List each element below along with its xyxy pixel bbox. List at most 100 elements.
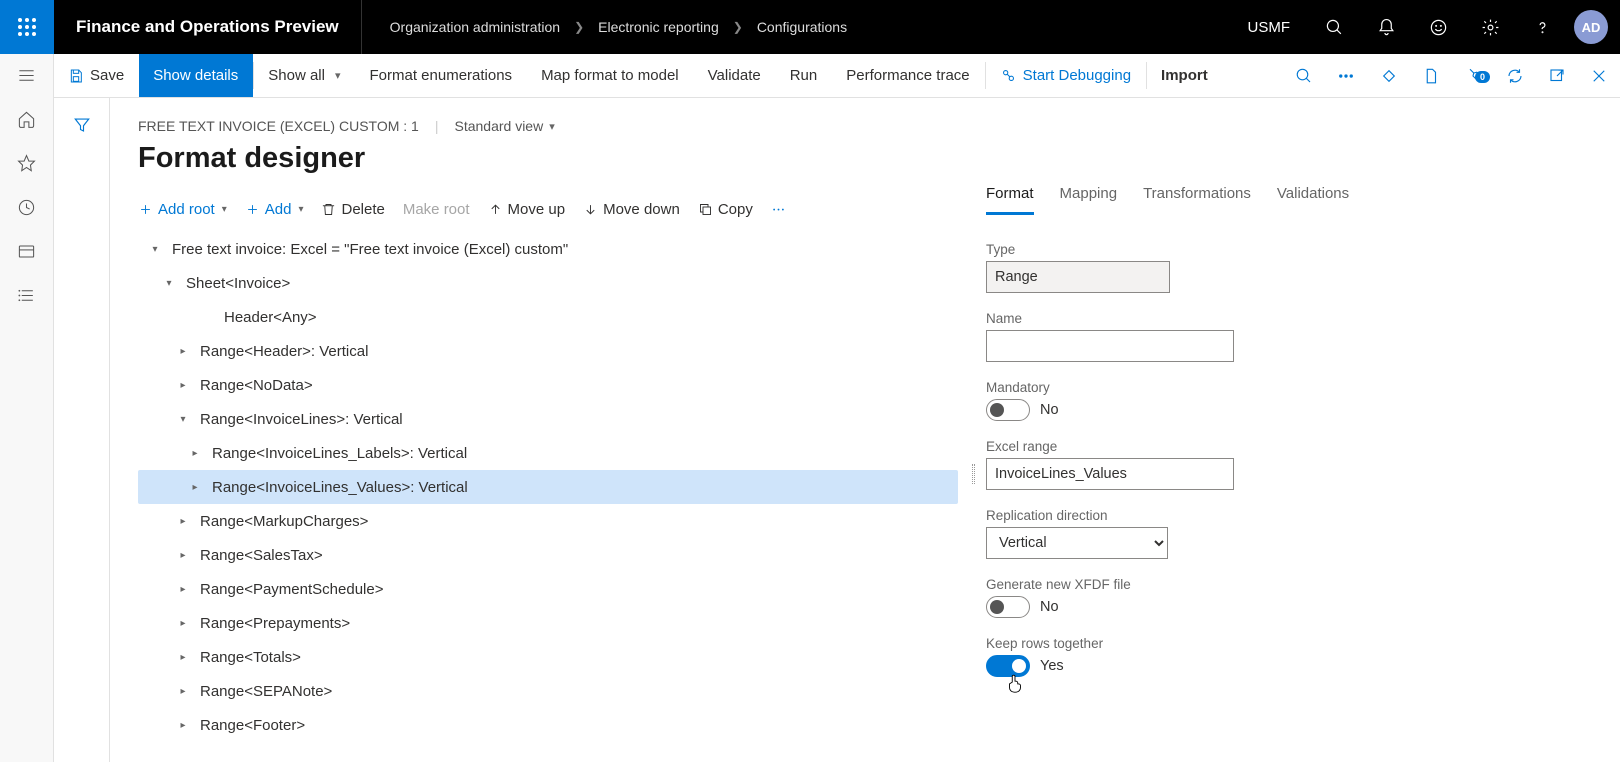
breadcrumb-item[interactable]: Configurations xyxy=(757,19,847,35)
start-debugging-button[interactable]: Start Debugging xyxy=(986,54,1146,97)
feedback-button[interactable] xyxy=(1412,0,1464,54)
tree-row[interactable]: ▸Range<SalesTax> xyxy=(138,538,958,572)
delete-button[interactable]: Delete xyxy=(321,201,384,218)
replication-select[interactable]: Vertical xyxy=(986,527,1168,559)
refresh-button[interactable] xyxy=(1494,67,1536,85)
format-enumerations-button[interactable]: Format enumerations xyxy=(356,54,528,97)
add-root-button[interactable]: Add root▾ xyxy=(138,201,227,218)
chevron-down-icon[interactable]: ▾ xyxy=(160,278,178,289)
copy-button[interactable]: Copy xyxy=(698,201,753,218)
import-button[interactable]: Import xyxy=(1147,54,1223,97)
popout-button[interactable] xyxy=(1536,67,1578,85)
tree-row[interactable]: ▸Range<Header>: Vertical xyxy=(138,334,958,368)
tab-transformations[interactable]: Transformations xyxy=(1143,185,1251,215)
tree-row[interactable]: ▾Free text invoice: Excel = "Free text i… xyxy=(138,232,958,266)
hamburger-button[interactable] xyxy=(16,64,38,86)
chevron-right-icon[interactable]: ▸ xyxy=(174,380,192,391)
chevron-right-icon[interactable]: ▸ xyxy=(174,618,192,629)
chevron-right-icon[interactable]: ▸ xyxy=(174,346,192,357)
tab-mapping[interactable]: Mapping xyxy=(1060,185,1118,215)
tree-row[interactable]: ▸Range<Totals> xyxy=(138,640,958,674)
format-tree-pane[interactable]: ▾Free text invoice: Excel = "Free text i… xyxy=(110,232,966,762)
mandatory-toggle[interactable] xyxy=(986,399,1030,421)
more-icon xyxy=(771,202,786,217)
save-button[interactable]: Save xyxy=(54,54,139,97)
tree-label: Sheet<Invoice> xyxy=(186,275,290,292)
tree-row[interactable]: Header<Any> xyxy=(138,300,958,334)
chevron-right-icon[interactable]: ▸ xyxy=(174,550,192,561)
move-up-label: Move up xyxy=(508,201,566,218)
search-button[interactable] xyxy=(1308,0,1360,54)
chevron-down-icon[interactable]: ▾ xyxy=(174,414,192,425)
chevron-right-icon[interactable]: ▸ xyxy=(174,516,192,527)
menu-icon xyxy=(17,66,36,85)
filter-button[interactable] xyxy=(73,116,91,762)
modules-button[interactable] xyxy=(16,284,38,306)
home-button[interactable] xyxy=(16,108,38,130)
field-type: Type xyxy=(986,242,1592,293)
help-button[interactable] xyxy=(1516,0,1568,54)
xfdf-value: No xyxy=(1040,599,1059,615)
tree-row[interactable]: ▸Range<PaymentSchedule> xyxy=(138,572,958,606)
add-button[interactable]: Add▾ xyxy=(245,201,304,218)
tree-row[interactable]: ▸Range<MarkupCharges> xyxy=(138,504,958,538)
app-launcher-button[interactable] xyxy=(0,0,54,54)
tab-validations[interactable]: Validations xyxy=(1277,185,1349,215)
map-format-button[interactable]: Map format to model xyxy=(527,54,694,97)
name-input[interactable] xyxy=(986,330,1234,362)
chevron-right-icon[interactable]: ▸ xyxy=(174,720,192,731)
user-avatar[interactable]: AD xyxy=(1574,10,1608,44)
close-icon xyxy=(1590,67,1608,85)
xfdf-toggle[interactable] xyxy=(986,596,1030,618)
show-all-button[interactable]: Show all▾ xyxy=(254,54,355,97)
chevron-down-icon[interactable]: ▾ xyxy=(146,244,164,255)
performance-trace-button[interactable]: Performance trace xyxy=(832,54,984,97)
search-command-button[interactable] xyxy=(1283,67,1325,85)
tree-row[interactable]: ▸Range<InvoiceLines_Values>: Vertical xyxy=(138,470,958,504)
chevron-down-icon: ▾ xyxy=(298,204,303,215)
splitter[interactable] xyxy=(966,185,980,762)
move-up-button[interactable]: Move up xyxy=(488,201,566,218)
breadcrumb-item[interactable]: Electronic reporting xyxy=(598,19,719,35)
chevron-right-icon[interactable]: ▸ xyxy=(174,686,192,697)
tree-row[interactable]: ▸Range<NoData> xyxy=(138,368,958,402)
chevron-right-icon[interactable]: ▸ xyxy=(174,652,192,663)
move-down-label: Move down xyxy=(603,201,680,218)
close-button[interactable] xyxy=(1578,67,1620,85)
chevron-right-icon[interactable]: ▸ xyxy=(186,448,204,459)
type-input[interactable] xyxy=(986,261,1170,293)
validate-button[interactable]: Validate xyxy=(694,54,776,97)
more-icon xyxy=(1337,67,1355,85)
chevron-right-icon: ❯ xyxy=(733,20,743,34)
settings-button[interactable] xyxy=(1464,0,1516,54)
excel-range-input[interactable] xyxy=(986,458,1234,490)
chevron-right-icon[interactable]: ▸ xyxy=(174,584,192,595)
run-button[interactable]: Run xyxy=(776,54,833,97)
tree-row[interactable]: ▸Range<Footer> xyxy=(138,708,958,742)
show-details-label: Show details xyxy=(153,67,238,84)
tree-row[interactable]: ▸Range<SEPANote> xyxy=(138,674,958,708)
tree-row[interactable]: ▾ Sheet<Invoice> xyxy=(138,266,958,300)
add-root-label: Add root xyxy=(158,201,215,218)
keep-rows-toggle[interactable] xyxy=(986,655,1030,677)
chevron-right-icon[interactable]: ▸ xyxy=(186,482,204,493)
attachment-button[interactable] xyxy=(1368,67,1410,85)
page-options-button[interactable] xyxy=(1410,67,1452,85)
view-selector[interactable]: Standard view▾ xyxy=(454,118,554,134)
recent-button[interactable] xyxy=(16,196,38,218)
show-details-button[interactable]: Show details xyxy=(139,54,253,97)
move-down-button[interactable]: Move down xyxy=(583,201,680,218)
trash-icon xyxy=(321,202,336,217)
tree-row[interactable]: ▾Range<InvoiceLines>: Vertical xyxy=(138,402,958,436)
pin-button[interactable]: 0 xyxy=(1452,67,1494,85)
more-actions-button[interactable] xyxy=(771,202,786,217)
tree-row[interactable]: ▸Range<Prepayments> xyxy=(138,606,958,640)
tab-format[interactable]: Format xyxy=(986,185,1034,215)
workspaces-button[interactable] xyxy=(16,240,38,262)
notifications-button[interactable] xyxy=(1360,0,1412,54)
breadcrumb-item[interactable]: Organization administration xyxy=(390,19,560,35)
tree-row[interactable]: ▸Range<InvoiceLines_Labels>: Vertical xyxy=(138,436,958,470)
favorites-button[interactable] xyxy=(16,152,38,174)
more-options-button[interactable] xyxy=(1325,67,1367,85)
legal-entity[interactable]: USMF xyxy=(1230,19,1309,36)
